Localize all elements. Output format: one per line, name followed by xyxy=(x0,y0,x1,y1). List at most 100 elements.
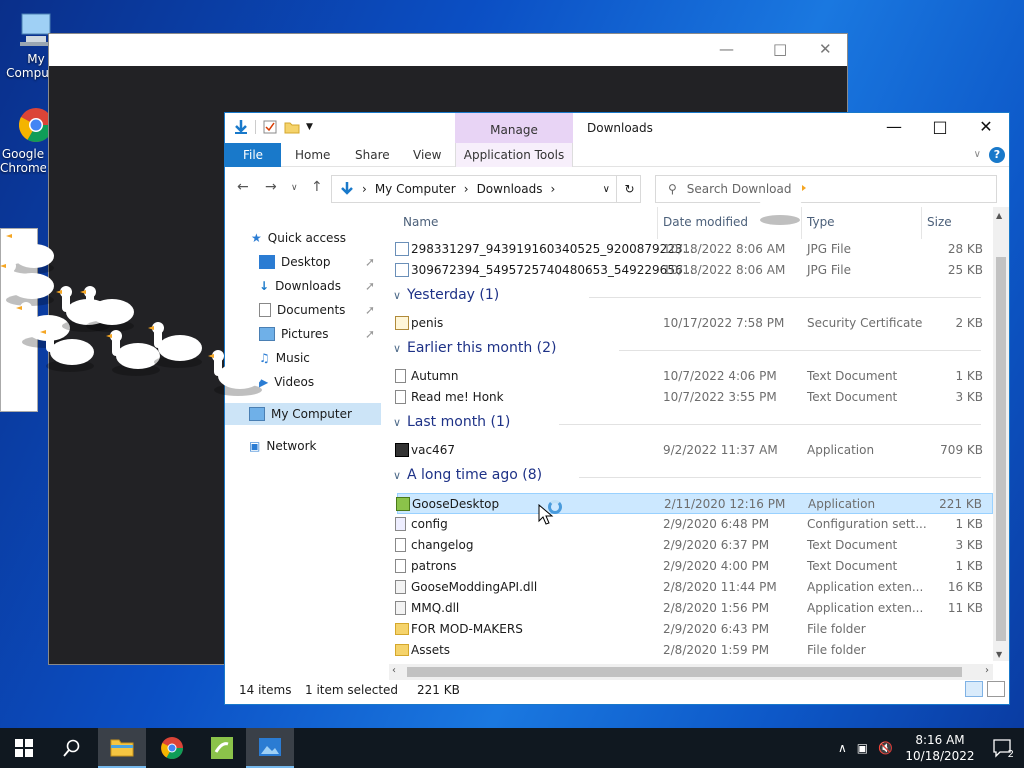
photos-icon xyxy=(259,738,281,756)
file-row[interactable]: penis 10/17/2022 7:58 PM Security Certif… xyxy=(395,313,993,334)
busy-spinner-icon xyxy=(548,500,562,514)
search-button[interactable] xyxy=(48,728,96,768)
taskbar-clock[interactable]: 8:16 AM 10/18/2022 xyxy=(902,732,978,764)
file-row[interactable]: Assets 2/8/2020 1:59 PM File folder xyxy=(395,640,993,661)
sidebar-item-downloads[interactable]: ↓ Downloads ➚ xyxy=(225,275,381,297)
tab-application-tools[interactable]: Application Tools xyxy=(455,143,573,167)
vertical-scrollbar[interactable]: ▲ ▼ xyxy=(993,207,1009,661)
volume-muted-icon[interactable]: 🔇 xyxy=(878,741,893,755)
column-name[interactable]: Name xyxy=(403,215,438,229)
back-arrow-icon[interactable]: ← xyxy=(237,179,249,195)
taskbar-goose-desktop[interactable] xyxy=(198,728,246,768)
group-header-yesterday[interactable]: ∨ Yesterday (1) xyxy=(389,285,995,309)
chevron-down-icon[interactable]: ∨ xyxy=(974,149,981,160)
minimize-icon[interactable]: — xyxy=(871,117,917,136)
group-header-earlier-this-month[interactable]: ∨ Earlier this month (2) xyxy=(389,338,995,362)
file-row[interactable]: GooseModdingAPI.dll 2/8/2020 11:44 PM Ap… xyxy=(395,577,993,598)
download-arrow-icon[interactable] xyxy=(233,119,249,135)
chevron-up-icon[interactable]: ∧ xyxy=(838,741,847,755)
file-row[interactable]: 309672394_5495725740480653_549229656... … xyxy=(395,260,993,281)
minimize-icon[interactable]: — xyxy=(719,40,734,58)
details-view-icon[interactable] xyxy=(965,681,983,697)
file-row[interactable]: Autumn 10/7/2022 4:06 PM Text Document 1… xyxy=(395,366,993,387)
maximize-icon[interactable]: □ xyxy=(773,40,787,58)
item-count: 14 items xyxy=(239,683,292,697)
large-icons-view-icon[interactable] xyxy=(987,681,1005,697)
file-row-selected[interactable]: GooseDesktop 2/11/2020 12:16 PM Applicat… xyxy=(396,493,993,514)
file-row[interactable]: FOR MOD-MAKERS 2/9/2020 6:43 PM File fol… xyxy=(395,619,993,640)
column-size[interactable]: Size xyxy=(927,215,952,229)
group-header-last-month[interactable]: ∨ Last month (1) xyxy=(389,412,995,436)
group-header-long-time-ago[interactable]: ∨ A long time ago (8) xyxy=(389,465,995,489)
new-folder-icon[interactable] xyxy=(284,119,300,135)
goose-icon xyxy=(40,326,94,372)
tab-home[interactable]: Home xyxy=(295,148,330,162)
tab-file[interactable]: File xyxy=(225,143,281,167)
column-date[interactable]: Date modified xyxy=(663,215,748,229)
up-arrow-icon[interactable]: ↑ xyxy=(311,179,323,195)
maximize-icon[interactable]: □ xyxy=(917,117,963,136)
file-row[interactable]: Read me! Honk 10/7/2022 3:55 PM Text Doc… xyxy=(395,387,993,408)
text-file-icon xyxy=(395,538,406,552)
taskbar-photos[interactable] xyxy=(246,728,294,768)
file-row[interactable]: changelog 2/9/2020 6:37 PM Text Document… xyxy=(395,535,993,556)
breadcrumb-separator: › xyxy=(550,182,556,196)
file-row[interactable]: patrons 2/9/2020 4:00 PM Text Document 1… xyxy=(395,556,993,577)
navigation-pane: ★ Quick access Desktop ➚ ↓ Downloads ➚ D… xyxy=(225,207,383,677)
scroll-up-icon[interactable]: ▲ xyxy=(996,211,1002,220)
tab-view[interactable]: View xyxy=(413,148,441,162)
pin-icon[interactable]: ➚ xyxy=(365,279,375,293)
column-headers: Name Date modified Type Size xyxy=(389,207,995,239)
chevron-down-icon: ∨ xyxy=(393,469,402,482)
address-dropdown-icon[interactable]: ∨ xyxy=(603,184,610,195)
address-bar[interactable]: › My Computer › Downloads › ∨ ↻ xyxy=(331,175,641,203)
image-file-icon xyxy=(395,242,409,256)
sidebar-item-network[interactable]: ▣ Network xyxy=(225,435,381,457)
network-icon[interactable]: ▣ xyxy=(857,741,868,755)
scroll-right-icon[interactable]: › xyxy=(985,665,989,676)
sidebar-item-pictures[interactable]: Pictures ➚ xyxy=(225,323,381,345)
pin-icon[interactable]: ➚ xyxy=(365,303,375,317)
address-row: ← → ∨ ↑ › My Computer › Downloads › ∨ ↻ … xyxy=(225,167,1009,207)
column-type[interactable]: Type xyxy=(807,215,835,229)
text-file-icon xyxy=(395,559,406,573)
dll-file-icon xyxy=(395,601,406,615)
file-row[interactable]: vac467 9/2/2022 11:37 AM Application 709… xyxy=(395,440,993,461)
pin-icon[interactable]: ➚ xyxy=(365,255,375,269)
taskbar-file-explorer[interactable] xyxy=(98,728,146,768)
download-arrow-icon: ↓ xyxy=(259,279,270,293)
file-row[interactable]: MMQ.dll 2/8/2020 1:56 PM Application ext… xyxy=(395,598,993,619)
close-icon[interactable]: ✕ xyxy=(819,40,832,58)
sidebar-item-documents[interactable]: Documents ➚ xyxy=(225,299,381,321)
close-icon[interactable]: ✕ xyxy=(963,117,1009,136)
search-input[interactable]: ⚲ Search Download xyxy=(655,175,997,203)
notification-center-icon[interactable]: 2 xyxy=(992,738,1014,760)
sidebar-item-my-computer[interactable]: My Computer xyxy=(225,403,381,425)
scroll-left-icon[interactable]: ‹ xyxy=(392,665,396,676)
breadcrumb-my-computer[interactable]: My Computer xyxy=(375,182,456,196)
forward-arrow-icon[interactable]: → xyxy=(265,179,277,195)
breadcrumb-downloads[interactable]: Downloads xyxy=(477,182,543,196)
sidebar-item-quick-access[interactable]: ★ Quick access xyxy=(225,227,381,249)
tab-share[interactable]: Share xyxy=(355,148,390,162)
file-row[interactable]: config 2/9/2020 6:48 PM Configuration se… xyxy=(395,514,993,535)
clock-time: 8:16 AM xyxy=(915,733,965,747)
status-bar: 14 items 1 item selected 221 KB xyxy=(225,676,1009,704)
chevron-down-icon[interactable]: ▼ xyxy=(306,122,313,132)
pin-icon[interactable]: ➚ xyxy=(365,327,375,341)
start-button[interactable] xyxy=(0,728,48,768)
chevron-down-icon: ∨ xyxy=(393,416,402,429)
recent-chevron-icon[interactable]: ∨ xyxy=(291,183,298,193)
taskbar-chrome[interactable] xyxy=(148,728,196,768)
properties-icon[interactable] xyxy=(262,119,278,135)
scroll-down-icon[interactable]: ▼ xyxy=(996,650,1002,659)
manage-tab[interactable]: Manage xyxy=(455,113,573,143)
file-row[interactable]: 298331297_943919160340525_9200879223... … xyxy=(395,239,993,260)
refresh-icon[interactable]: ↻ xyxy=(616,176,642,202)
search-icon xyxy=(63,739,80,757)
help-icon[interactable]: ? xyxy=(989,147,1005,163)
sidebar-item-desktop[interactable]: Desktop ➚ xyxy=(225,251,381,273)
chevron-down-icon: ∨ xyxy=(393,342,402,355)
application-icon xyxy=(395,443,409,457)
scrollbar-thumb[interactable] xyxy=(996,257,1006,641)
